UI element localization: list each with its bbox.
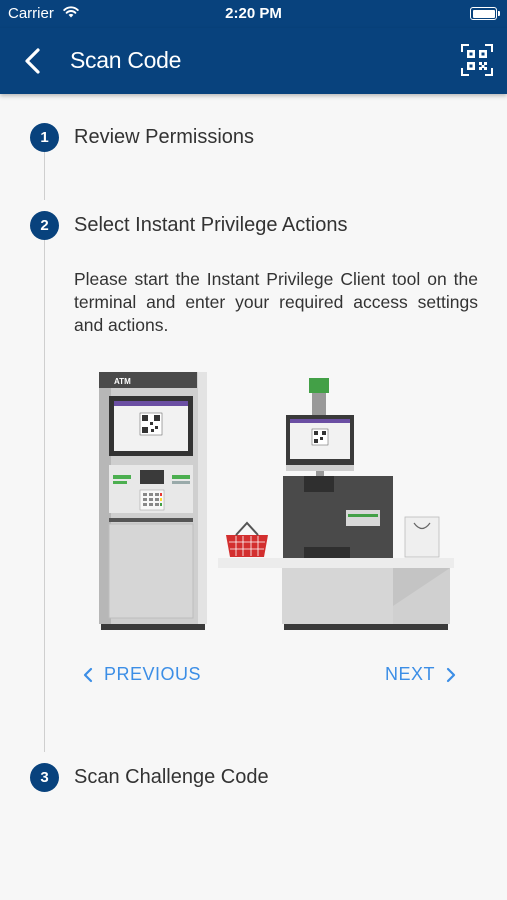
- atm-label: ATM: [114, 377, 131, 386]
- step-description: Please start the Instant Privilege Clien…: [74, 269, 478, 335]
- atm-illustration: ATM: [99, 372, 207, 630]
- nav-bar: Scan Code: [0, 28, 507, 94]
- previous-button[interactable]: PREVIOUS: [82, 664, 201, 685]
- step-number-badge: 2: [30, 211, 59, 240]
- battery-icon: [470, 7, 500, 20]
- qr-scan-icon[interactable]: [461, 44, 493, 76]
- step-number-badge: 3: [30, 763, 59, 792]
- self-checkout-illustration: [218, 378, 454, 630]
- step-number-badge: 1: [30, 123, 59, 152]
- chevron-right-icon: [446, 667, 456, 682]
- back-chevron-icon[interactable]: [18, 46, 48, 76]
- next-label: NEXT: [384, 664, 435, 684]
- next-button[interactable]: NEXT: [385, 664, 457, 685]
- step-label-scan-challenge-code[interactable]: Scan Challenge Code: [74, 766, 269, 789]
- step-label-review-permissions[interactable]: Review Permissions: [74, 126, 254, 149]
- status-bar: Carrier 2:20 PM: [0, 0, 507, 28]
- chevron-left-icon: [83, 667, 93, 682]
- stepper-connector: [44, 152, 45, 200]
- previous-label: PREVIOUS: [104, 664, 202, 684]
- step-label-select-actions[interactable]: Select Instant Privilege Actions: [74, 214, 347, 237]
- page-title: Scan Code: [70, 47, 182, 73]
- clock: 2:20 PM: [225, 5, 282, 22]
- atm-and-checkout-illustration: ATM: [99, 372, 454, 630]
- stepper-connector: [44, 240, 45, 752]
